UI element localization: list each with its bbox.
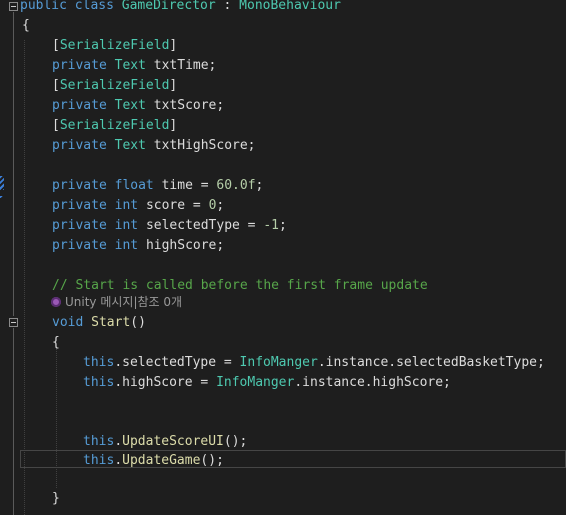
method-name: Start bbox=[91, 315, 131, 330]
attribute-name: SerializeField bbox=[59, 38, 170, 53]
code-line-method-open-brace[interactable]: { bbox=[52, 333, 60, 353]
code-line-method-close-brace[interactable]: } bbox=[52, 489, 60, 509]
code-line-open-brace[interactable]: { bbox=[22, 16, 30, 36]
change-marker bbox=[0, 196, 4, 198]
code-editor[interactable]: public class GameDirector : MonoBehaviou… bbox=[0, 0, 566, 515]
keyword: public bbox=[20, 0, 67, 13]
code-line-call[interactable]: this.UpdateGame(); bbox=[83, 451, 224, 471]
code-line-variable[interactable]: private float time = 60.0f; bbox=[52, 176, 263, 196]
code-line-statement[interactable]: this.highScore = InfoManger.instance.hig… bbox=[83, 373, 451, 393]
base-separator: : bbox=[215, 0, 240, 13]
class-name: GameDirector bbox=[121, 0, 216, 13]
code-line-field[interactable]: private Text txtScore; bbox=[52, 96, 224, 116]
collapse-class-icon[interactable] bbox=[9, 2, 18, 11]
code-line-variable[interactable]: private int score = 0; bbox=[52, 196, 224, 216]
code-line-variable[interactable]: private int highScore; bbox=[52, 236, 224, 256]
code-line-attribute[interactable]: [SerializeField] bbox=[52, 36, 177, 56]
code-line-statement[interactable]: this.selectedType = InfoManger.instance.… bbox=[83, 353, 545, 373]
change-marker bbox=[0, 176, 4, 190]
keyword: class bbox=[74, 0, 114, 13]
collapse-method-icon[interactable] bbox=[9, 318, 18, 327]
base-class-name: MonoBehaviour bbox=[239, 0, 341, 13]
codelens-text: Unity 메시지|참조 0개 bbox=[65, 295, 183, 309]
brace: { bbox=[22, 18, 30, 33]
editor-margin bbox=[0, 0, 20, 515]
comment-text: // Start is called before the first fram… bbox=[52, 278, 428, 293]
fold-guide-line bbox=[13, 12, 14, 316]
code-line-field[interactable]: private Text txtTime; bbox=[52, 56, 216, 76]
codelens-references[interactable]: Unity 메시지|참조 0개 bbox=[51, 293, 182, 311]
code-line-class-declaration[interactable]: public class GameDirector : MonoBehaviou… bbox=[20, 0, 341, 16]
code-line-attribute[interactable]: [SerializeField] bbox=[52, 76, 177, 96]
fold-guide-line bbox=[13, 328, 14, 515]
code-line-attribute[interactable]: [SerializeField] bbox=[52, 116, 177, 136]
unity-icon bbox=[51, 297, 61, 307]
attribute-name: SerializeField bbox=[59, 118, 170, 133]
attribute-name: SerializeField bbox=[59, 78, 170, 93]
indent-guide bbox=[24, 40, 25, 515]
code-line-call[interactable]: this.UpdateScoreUI(); bbox=[83, 432, 247, 452]
code-line-field[interactable]: private Text txtHighScore; bbox=[52, 136, 256, 156]
code-line-method-declaration[interactable]: void Start() bbox=[52, 313, 146, 333]
code-line-variable[interactable]: private int selectedType = -1; bbox=[52, 216, 287, 236]
